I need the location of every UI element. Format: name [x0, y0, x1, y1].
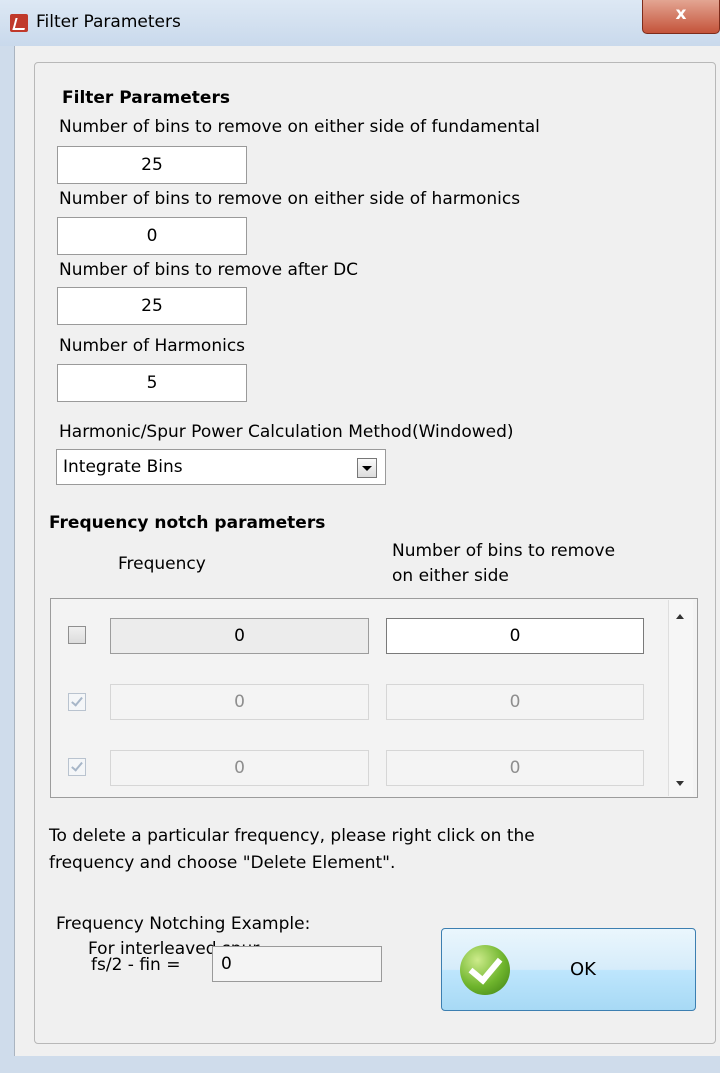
harmonics-bins-label: Number of bins to remove on either side …	[59, 189, 521, 209]
notch-row-1-bins[interactable]: 0	[386, 618, 644, 654]
notch-row-1-checkbox[interactable]	[68, 626, 86, 644]
num-harmonics-label: Number of Harmonics	[59, 336, 246, 356]
method-label: Harmonic/Spur Power Calculation Method(W…	[59, 422, 514, 442]
window-title: Filter Parameters	[36, 12, 181, 32]
ok-button-label: OK	[570, 959, 596, 980]
close-icon: x	[675, 4, 687, 24]
title-bar[interactable]: Filter Parameters x	[0, 0, 720, 46]
after-dc-bins-label: Number of bins to remove after DC	[59, 260, 359, 280]
method-dropdown[interactable]: Integrate Bins	[56, 449, 386, 485]
notch-row-2-checkbox[interactable]	[68, 693, 86, 711]
example-title: Frequency Notching Example:	[56, 914, 311, 934]
col-bins-header-line1: Number of bins to remove	[392, 541, 616, 561]
col-frequency-header: Frequency	[118, 554, 206, 574]
dialog-window: Filter Parameters x Filter Parameters Nu…	[0, 0, 720, 1073]
app-icon	[10, 14, 28, 32]
checkmark-icon	[460, 945, 510, 995]
num-harmonics-input[interactable]: 5	[57, 364, 247, 402]
help-text-line1: To delete a particular frequency, please…	[49, 826, 535, 846]
scroll-up-icon[interactable]	[676, 614, 684, 619]
fundamental-bins-input[interactable]: 25	[57, 146, 247, 184]
notch-heading: Frequency notch parameters	[49, 513, 326, 533]
after-dc-bins-input[interactable]: 25	[57, 287, 247, 325]
fundamental-bins-label: Number of bins to remove on either side …	[59, 117, 540, 137]
method-dropdown-value: Integrate Bins	[63, 457, 183, 477]
formula-label: fs/2 - fin =	[91, 955, 181, 975]
harmonics-bins-input[interactable]: 0	[57, 217, 247, 255]
notch-scrollbar[interactable]	[668, 600, 693, 796]
chevron-down-icon[interactable]	[357, 458, 377, 478]
filter-params-heading: Filter Parameters	[62, 88, 230, 108]
col-bins-header-line2: on either side	[392, 566, 509, 586]
notch-row-3-bins[interactable]: 0	[386, 750, 644, 786]
help-text-line2: frequency and choose "Delete Element".	[49, 853, 396, 873]
scroll-down-icon[interactable]	[676, 781, 684, 786]
close-button[interactable]: x	[642, 0, 720, 34]
notch-row-1-frequency[interactable]: 0	[110, 618, 369, 654]
notch-row-3-frequency[interactable]: 0	[110, 750, 369, 786]
notch-row-2-frequency[interactable]: 0	[110, 684, 369, 720]
notch-row-2-bins[interactable]: 0	[386, 684, 644, 720]
notch-row-3-checkbox[interactable]	[68, 758, 86, 776]
ok-button[interactable]: OK	[441, 928, 696, 1011]
formula-value: 0	[212, 946, 382, 982]
